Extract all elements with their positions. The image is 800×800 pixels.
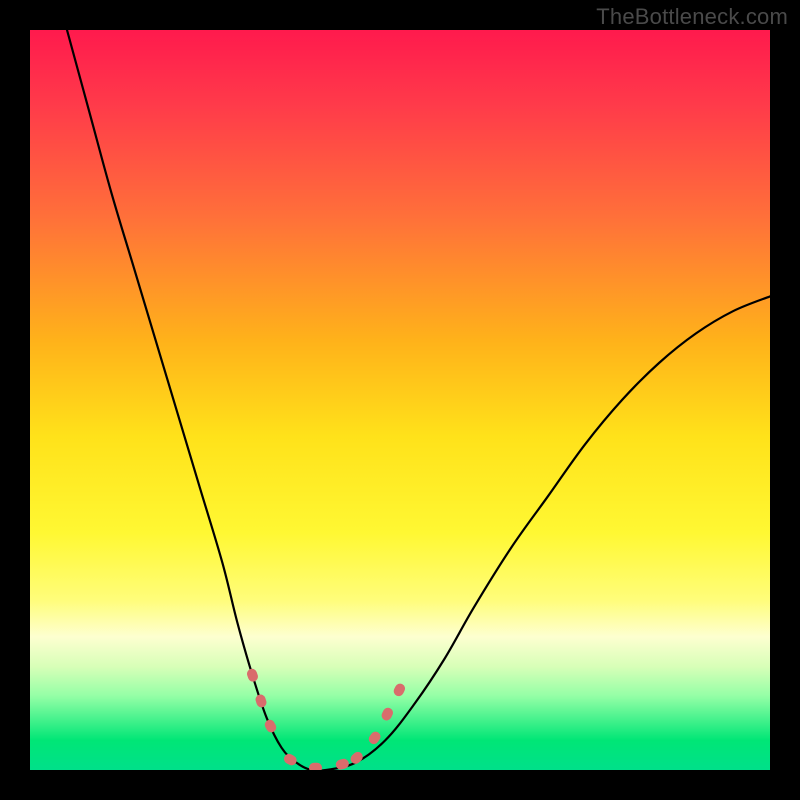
- plot-area: [30, 30, 770, 770]
- attribution-text: TheBottleneck.com: [596, 4, 788, 30]
- bottleneck-curve: [67, 30, 770, 770]
- curve-layer: [30, 30, 770, 770]
- highlight-range: [252, 674, 400, 768]
- chart-frame: TheBottleneck.com: [0, 0, 800, 800]
